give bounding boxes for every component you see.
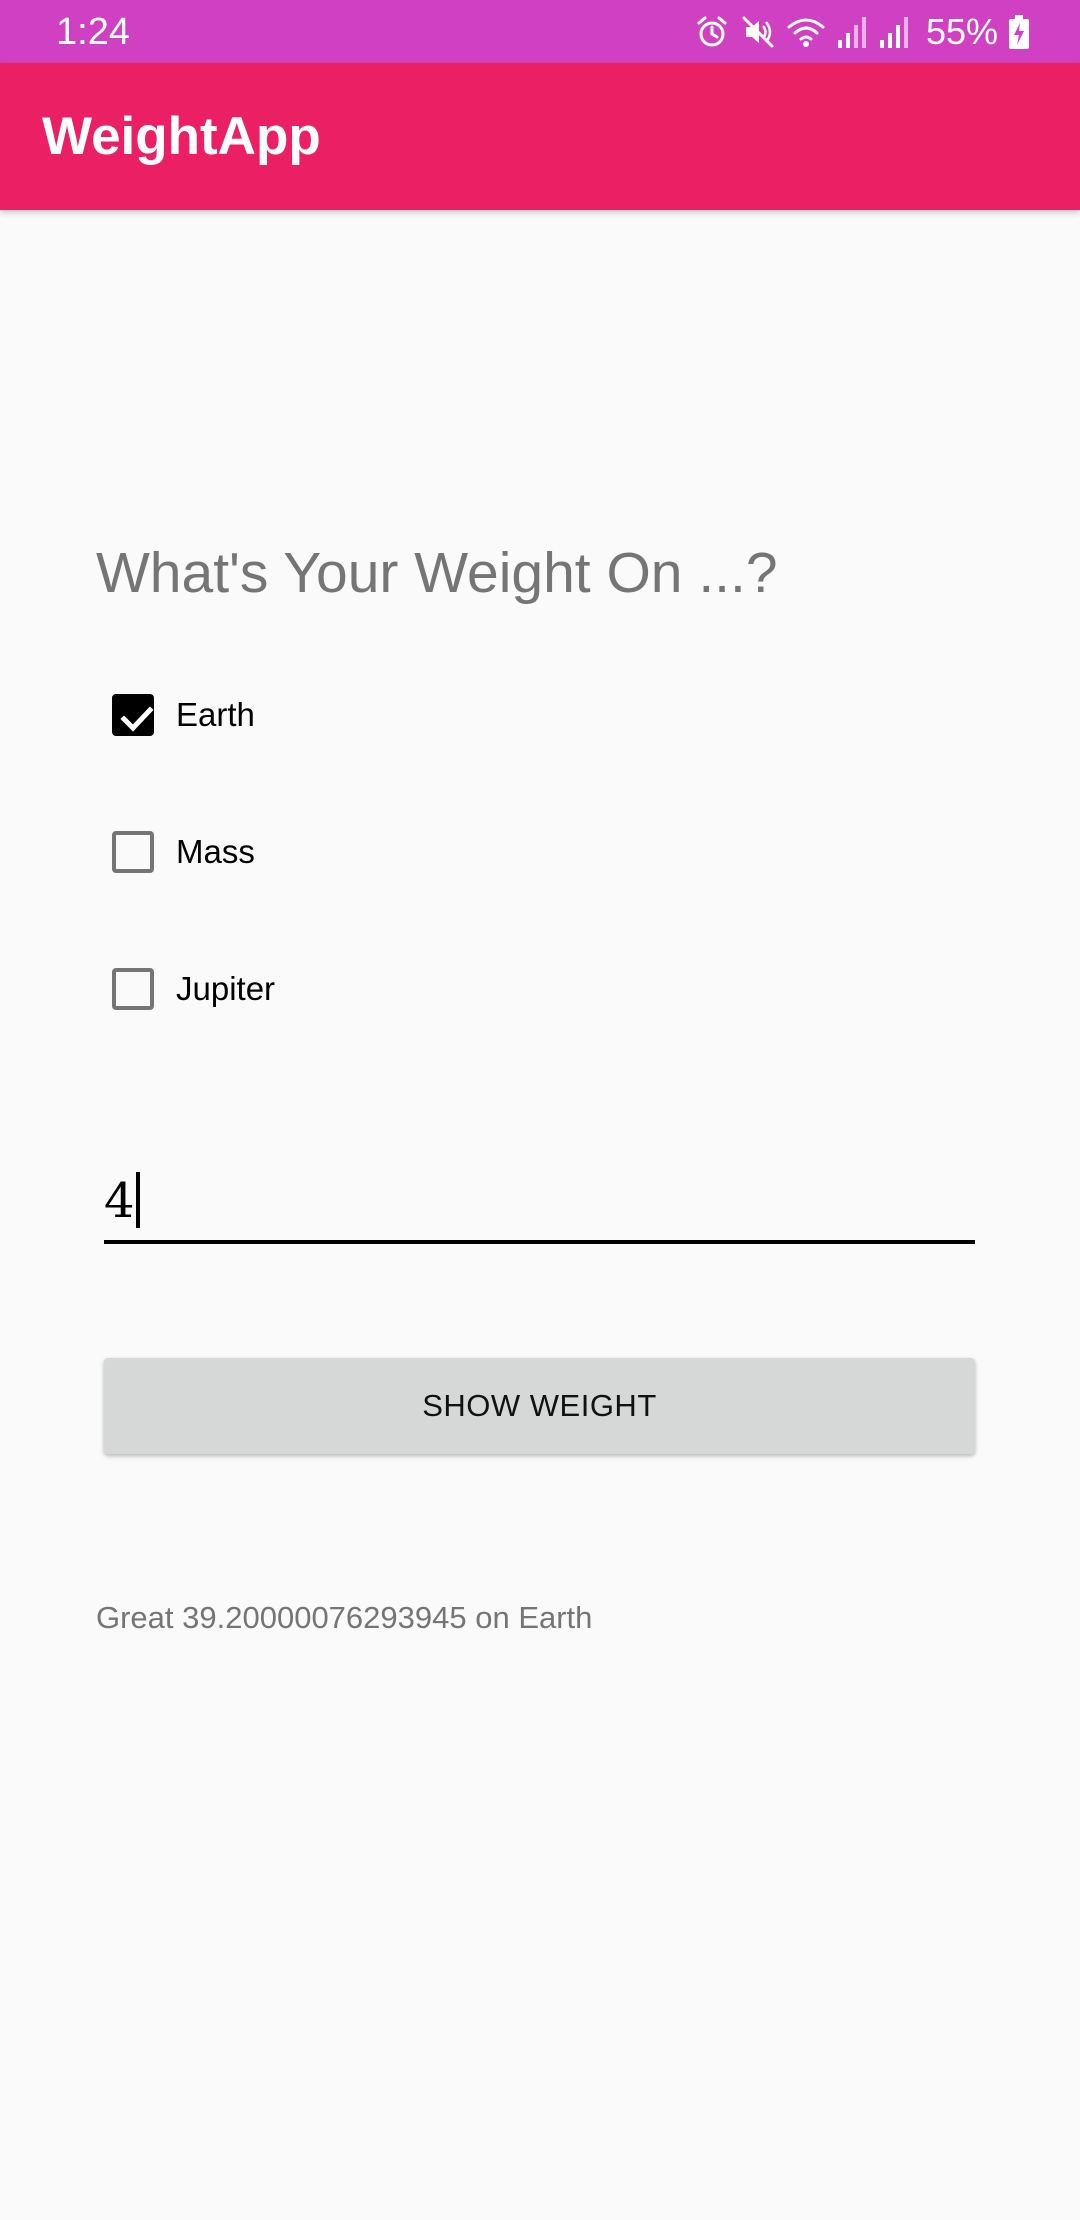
- show-weight-button[interactable]: SHOW WEIGHT: [104, 1358, 975, 1454]
- battery-percent: 55%: [925, 11, 998, 52]
- signal-icon: [878, 14, 910, 50]
- text-cursor: [135, 1172, 140, 1228]
- weight-input-text: 4: [104, 1173, 135, 1229]
- app-bar: WeightApp: [0, 63, 1080, 210]
- checkbox-earth[interactable]: Earth: [112, 689, 255, 741]
- signal-icon: [836, 14, 868, 50]
- wifi-icon: [786, 14, 826, 50]
- weight-input[interactable]: 4: [104, 1160, 975, 1244]
- checkbox-unchecked-icon[interactable]: [112, 831, 154, 873]
- checkbox-checked-icon[interactable]: [112, 694, 154, 736]
- mute-icon: [740, 14, 776, 50]
- result-text: Great 39.20000076293945 on Earth: [96, 1600, 593, 1635]
- alarm-icon: [694, 14, 730, 50]
- status-icons: 55%: [694, 10, 1030, 54]
- checkbox-label: Earth: [176, 696, 255, 733]
- screen: 1:24 55% WeightApp What's Your Weight On…: [0, 0, 1080, 2220]
- question-heading: What's Your Weight On ...?: [96, 541, 778, 605]
- status-time: 1:24: [56, 11, 130, 53]
- status-bar: 1:24 55%: [0, 0, 1080, 63]
- checkbox-mass[interactable]: Mass: [112, 826, 255, 878]
- checkbox-label: Jupiter: [176, 970, 276, 1007]
- weight-input-value[interactable]: 4: [104, 1172, 140, 1230]
- app-title: WeightApp: [42, 107, 321, 166]
- checkbox-label: Mass: [176, 833, 255, 870]
- battery-charging-icon: [1008, 14, 1030, 50]
- checkbox-jupiter[interactable]: Jupiter: [112, 963, 275, 1015]
- checkbox-unchecked-icon[interactable]: [112, 968, 154, 1010]
